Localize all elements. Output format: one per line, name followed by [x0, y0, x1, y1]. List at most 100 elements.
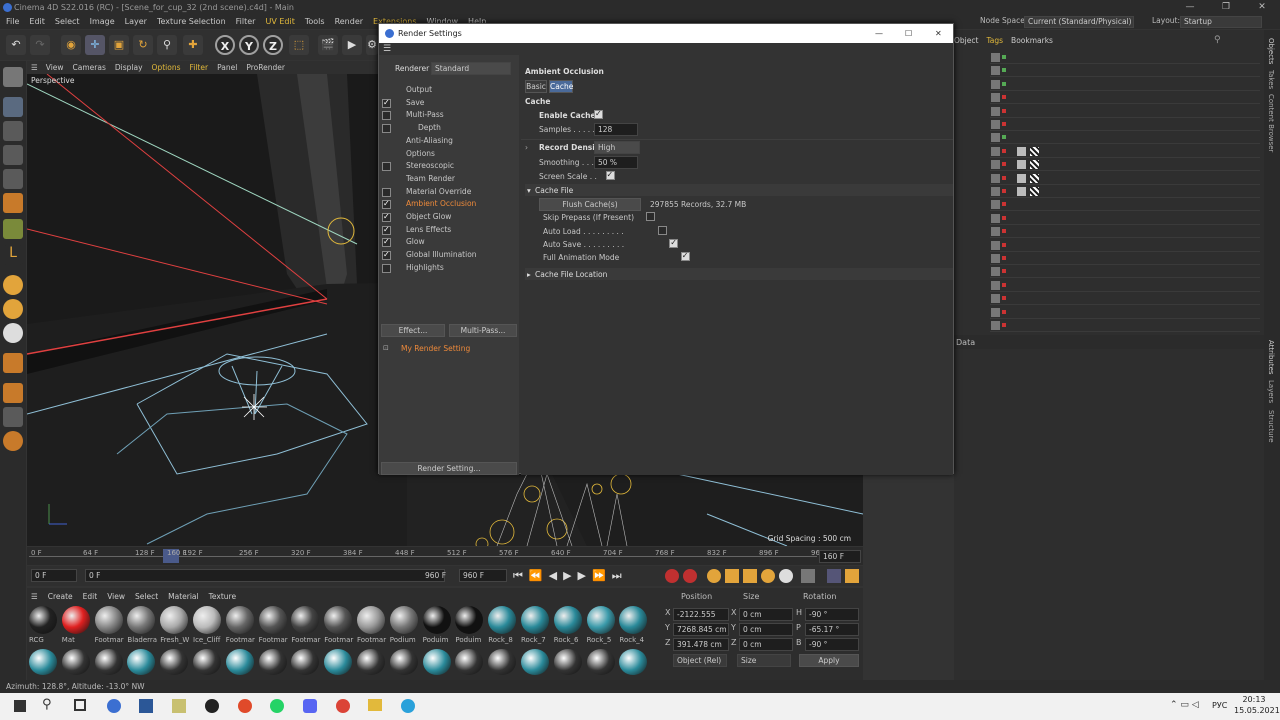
material-swatch[interactable]	[521, 649, 549, 675]
material-swatch[interactable]	[553, 606, 582, 634]
edges-mode-icon[interactable]	[3, 169, 23, 189]
discord-taskbar-icon[interactable]	[303, 699, 317, 713]
render-item[interactable]: Save	[406, 98, 424, 107]
visibility-icon[interactable]	[991, 213, 1000, 223]
visibility-icon[interactable]	[991, 267, 1000, 277]
auto-load-checkbox[interactable]	[657, 226, 667, 235]
start-frame-field[interactable]: 0 F	[31, 569, 77, 582]
material-swatch[interactable]	[389, 606, 418, 634]
recent-tool-icon[interactable]: ⚲	[157, 35, 177, 55]
render-item-checkbox[interactable]	[382, 212, 391, 222]
material-swatch[interactable]	[225, 606, 254, 634]
render-dot-icon[interactable]	[1002, 256, 1006, 260]
render-dot-icon[interactable]	[1002, 229, 1006, 234]
mat-menu-edit[interactable]: Edit	[83, 592, 98, 601]
render-dot-icon[interactable]	[1002, 202, 1006, 207]
render-dot-icon[interactable]	[1002, 162, 1006, 167]
texture-mode-icon[interactable]	[3, 121, 23, 141]
render-item-checkbox[interactable]	[382, 237, 391, 248]
render-item-checkbox[interactable]	[382, 98, 391, 108]
unity-taskbar-icon[interactable]	[205, 699, 219, 713]
visibility-icon[interactable]	[991, 321, 1000, 330]
dialog-close-icon[interactable]: ✕	[935, 24, 942, 43]
timeline[interactable]: 0 F 64 F 128 F 160 F 192 F 256 F 320 F 384 F 448…	[27, 547, 863, 565]
material-swatch[interactable]	[357, 606, 385, 634]
key-scale-icon[interactable]	[743, 569, 757, 583]
render-dot-icon[interactable]	[1002, 148, 1006, 153]
viewport-menu-view[interactable]: View	[46, 61, 64, 74]
cache-file-collapse-icon[interactable]: ▾	[527, 186, 531, 195]
render-item[interactable]: Global Illumination	[406, 250, 477, 259]
material-swatch[interactable]	[357, 649, 385, 675]
material-swatch[interactable]	[29, 649, 57, 675]
object-row[interactable]	[990, 92, 1260, 105]
render-setting-expand-icon[interactable]: ⊡	[383, 344, 389, 352]
z-axis-lock-icon[interactable]: Z	[263, 35, 283, 55]
cache-file-location-group[interactable]: ▸ Cache File Location	[525, 268, 953, 280]
object-row[interactable]	[990, 320, 1260, 332]
windows-start-icon[interactable]	[14, 700, 26, 712]
render-item[interactable]: Material Override	[406, 187, 471, 196]
model-mode-icon[interactable]	[3, 97, 23, 117]
keyframe-selection-icon[interactable]	[707, 569, 721, 583]
material-swatch[interactable]	[127, 606, 156, 634]
render-item[interactable]: Lens Effects	[406, 225, 451, 234]
material-swatch[interactable]	[455, 606, 484, 634]
visibility-icon[interactable]	[991, 133, 1000, 143]
phong-tag-icon[interactable]	[1017, 146, 1026, 156]
search-icon[interactable]: ⚲	[1214, 35, 1221, 45]
menu-select[interactable]: Select	[55, 15, 80, 29]
material-swatch[interactable]	[422, 649, 451, 675]
lock-workplane-icon[interactable]	[3, 353, 23, 373]
key-parameter-icon[interactable]	[779, 569, 793, 583]
tab-bookmarks[interactable]: Bookmarks	[1011, 36, 1053, 45]
renderer-dropdown[interactable]: Standard	[431, 62, 511, 75]
tab-basic[interactable]: Basic	[525, 80, 547, 93]
phong-tag-icon[interactable]	[1017, 173, 1026, 183]
visibility-icon[interactable]	[991, 187, 1000, 196]
mat-menu-create[interactable]: Create	[48, 592, 73, 601]
visibility-icon[interactable]	[991, 106, 1000, 116]
material-swatch[interactable]	[488, 649, 517, 675]
key-position-icon[interactable]	[725, 569, 739, 583]
render-dot-icon[interactable]	[1002, 215, 1006, 220]
material-swatch[interactable]	[553, 649, 582, 675]
restore-icon[interactable]: ❐	[1208, 0, 1244, 15]
telegram-taskbar-icon[interactable]	[401, 699, 415, 713]
render-dot-icon[interactable]	[1002, 108, 1006, 113]
skip-prepass-checkbox[interactable]	[646, 212, 656, 221]
coord-apply-button[interactable]: Apply	[799, 654, 859, 667]
timeline-view-icon[interactable]	[845, 569, 859, 583]
prev-key-icon[interactable]: ⏪	[529, 569, 549, 582]
object-row[interactable]	[990, 79, 1260, 91]
play-icon[interactable]: ▶	[563, 569, 577, 582]
menu-layer[interactable]: Layer	[125, 15, 147, 29]
mat-menu-texture[interactable]: Texture	[209, 592, 236, 601]
points-mode-icon[interactable]	[3, 145, 23, 165]
viewport-menu-cameras[interactable]: Cameras	[73, 61, 106, 74]
motion-mode-icon[interactable]	[827, 569, 841, 583]
render-item-checkbox[interactable]	[382, 187, 391, 197]
visibility-icon[interactable]	[991, 173, 1000, 183]
material-swatch[interactable]	[324, 606, 353, 634]
viewport-menu-display[interactable]: Display	[115, 61, 143, 74]
cache-location-expand-icon[interactable]: ▸	[527, 270, 531, 279]
tab-cache[interactable]: Cache	[549, 80, 573, 93]
object-row[interactable]	[990, 106, 1260, 118]
object-row[interactable]	[990, 159, 1260, 172]
viewport-menu-filter[interactable]: Filter	[190, 61, 209, 74]
coord-position-field[interactable]: 391.478 cm	[673, 638, 729, 651]
material-swatch[interactable]	[291, 649, 320, 675]
key-rotation-icon[interactable]	[761, 569, 775, 583]
material-swatch[interactable]	[521, 606, 549, 634]
coord-size-field[interactable]: 0 cm	[739, 638, 793, 651]
render-dot-icon[interactable]	[1002, 269, 1006, 274]
prev-frame-icon[interactable]: ◀	[549, 569, 563, 582]
coord-size-field[interactable]: 0 cm	[739, 608, 793, 621]
render-dot-icon[interactable]	[1002, 81, 1006, 86]
next-frame-icon[interactable]: ▶	[578, 569, 592, 582]
object-row[interactable]	[990, 132, 1260, 145]
search-taskbar-icon[interactable]: ⚲	[42, 697, 52, 712]
render-dot-icon[interactable]	[1002, 282, 1006, 287]
coord-size-mode-dropdown[interactable]: Size	[737, 654, 791, 667]
